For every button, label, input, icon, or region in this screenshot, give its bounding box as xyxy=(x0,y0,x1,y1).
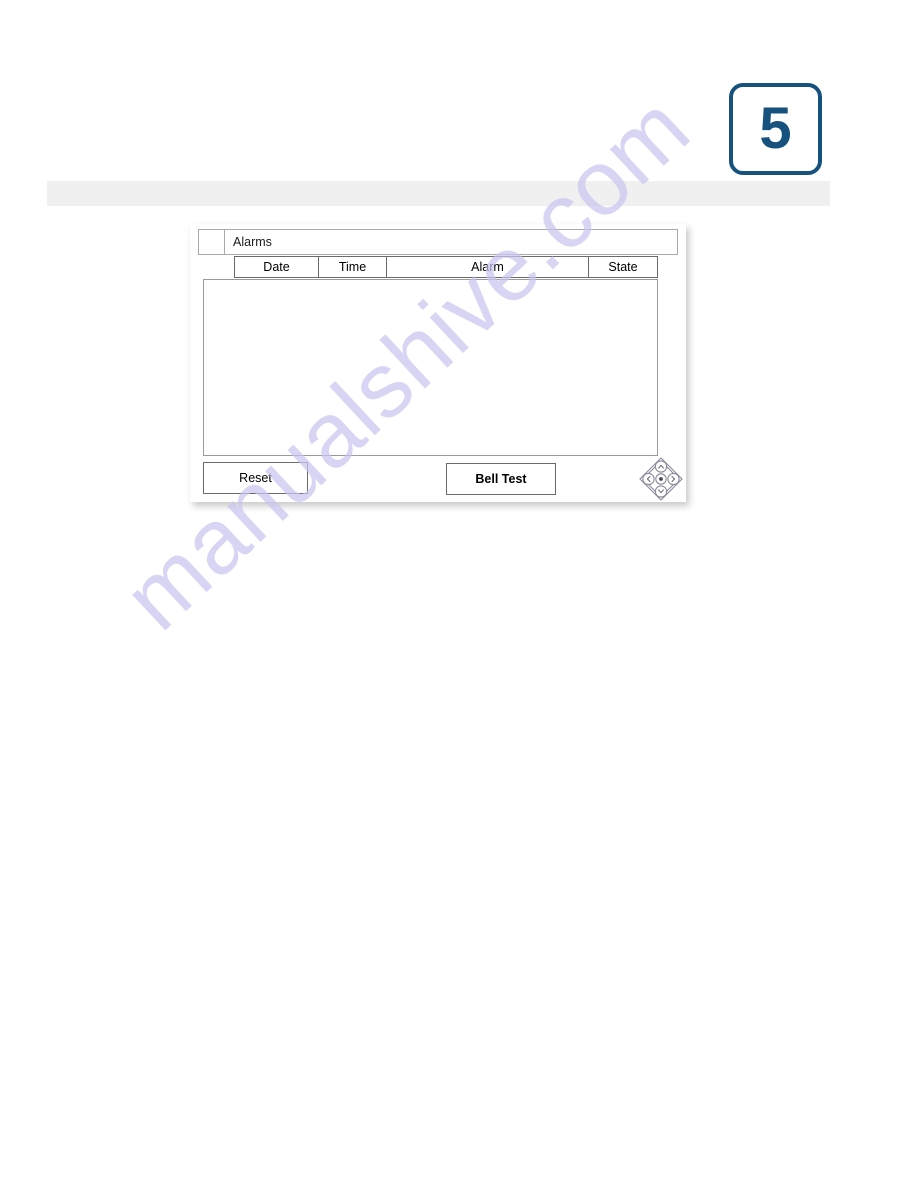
page-number-text: 5 xyxy=(759,96,792,161)
dpad-right-button xyxy=(667,472,680,486)
dpad-left-button xyxy=(642,472,655,486)
tab-alarms[interactable]: Alarms xyxy=(225,230,677,254)
column-header-state-label: State xyxy=(608,260,638,274)
column-header-alarm[interactable]: Alarm xyxy=(386,256,588,278)
hmi-button-bar: Reset Bell Test xyxy=(203,462,673,496)
column-header-time[interactable]: Time xyxy=(318,256,386,278)
column-header-time-label: Time xyxy=(338,260,367,274)
bell-test-button-label: Bell Test xyxy=(475,472,527,486)
reset-button[interactable]: Reset xyxy=(203,462,308,494)
alarm-table-body[interactable] xyxy=(203,279,658,456)
hmi-alarms-panel: Alarms Date Time Alarm State Reset Bell … xyxy=(190,224,686,502)
tab-strip: Alarms xyxy=(198,229,678,255)
alarm-table-header-row: Date Time Alarm State xyxy=(234,256,658,278)
dpad-down-button xyxy=(654,485,668,498)
reset-button-label: Reset xyxy=(239,471,272,485)
dpad-navigation-icon[interactable] xyxy=(638,456,684,502)
bell-test-button[interactable]: Bell Test xyxy=(446,463,556,495)
section-header-band xyxy=(47,181,830,206)
tab-strip-leading-cell xyxy=(199,230,225,254)
column-header-date[interactable]: Date xyxy=(234,256,318,278)
column-header-alarm-label: Alarm xyxy=(471,260,504,274)
column-header-state[interactable]: State xyxy=(588,256,658,278)
tab-alarms-label: Alarms xyxy=(233,235,272,249)
dpad-center-dot-icon xyxy=(659,477,663,481)
page-number-badge: 5 xyxy=(729,83,822,175)
watermark-overlay: manualshive.com xyxy=(0,0,918,1188)
section-header-text xyxy=(47,181,830,189)
column-header-date-label: Date xyxy=(263,260,290,274)
dpad-up-button xyxy=(654,460,668,473)
